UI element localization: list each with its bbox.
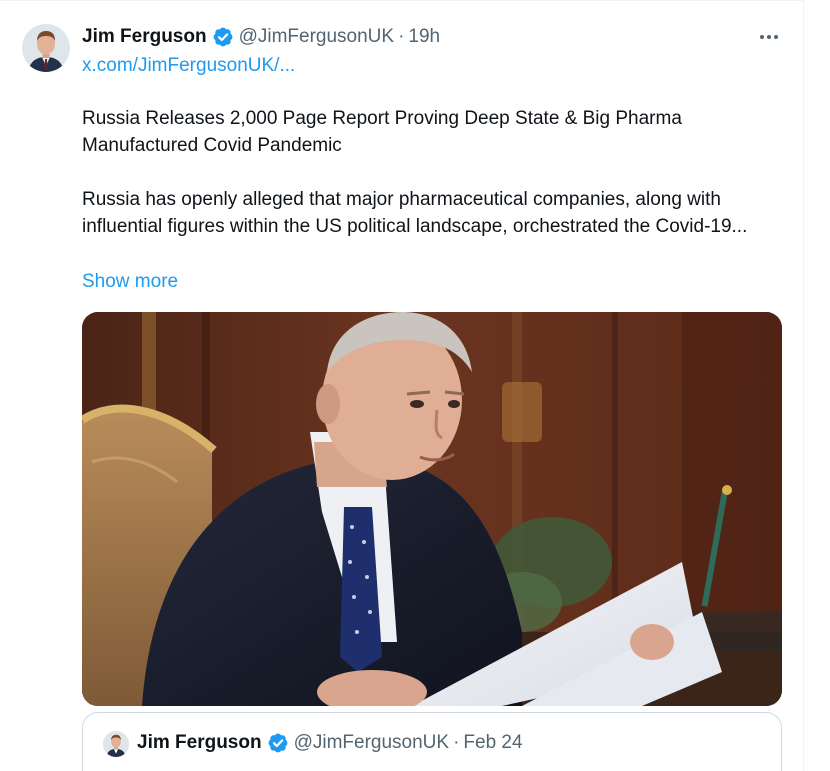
avatar-image <box>22 24 70 72</box>
quoted-verified-badge-icon <box>267 732 289 754</box>
more-dot <box>774 35 778 39</box>
more-horizontal-icon[interactable] <box>752 26 786 48</box>
author-avatar[interactable] <box>22 24 70 72</box>
header-separator: · <box>398 26 405 47</box>
tweet-media-photo[interactable] <box>82 312 782 706</box>
verified-badge-icon[interactable] <box>212 26 234 48</box>
profile-link[interactable]: x.com/JimFergusonUK/... <box>82 53 295 79</box>
tweet-paragraph-headline: Russia Releases 2,000 Page Report Provin… <box>82 108 682 156</box>
top-divider <box>0 0 803 1</box>
column-divider <box>803 0 804 771</box>
author-display-name[interactable]: Jim Ferguson <box>82 24 207 50</box>
author-handle[interactable]: @JimFergusonUK <box>239 24 395 50</box>
more-dot <box>767 35 771 39</box>
quoted-tweet-header: Jim Ferguson @JimFergusonUK · Feb 24 <box>137 730 523 756</box>
tweet-paragraph-body: Russia has openly alleged that major pha… <box>82 189 748 237</box>
photo-illustration <box>82 312 782 706</box>
quoted-header-separator: · <box>453 732 460 753</box>
quoted-author-display-name: Jim Ferguson <box>137 732 262 753</box>
tweet-page: Jim Ferguson @JimFergusonUK · 19h x.com/… <box>0 0 830 771</box>
quoted-author-handle: @JimFergusonUK <box>293 732 450 753</box>
quoted-tweet-card[interactable]: Jim Ferguson @JimFergusonUK · Feb 24 <box>82 712 782 771</box>
quoted-avatar-image <box>103 731 129 757</box>
quoted-author-avatar <box>103 731 129 757</box>
quoted-tweet-timestamp: Feb 24 <box>463 732 523 753</box>
tweet-header: Jim Ferguson @JimFergusonUK · 19h <box>82 24 440 50</box>
tweet-timestamp[interactable]: 19h <box>408 24 440 50</box>
show-more-link[interactable]: Show more <box>82 268 178 295</box>
tweet-text: Russia Releases 2,000 Page Report Provin… <box>82 105 782 240</box>
more-dot <box>760 35 764 39</box>
